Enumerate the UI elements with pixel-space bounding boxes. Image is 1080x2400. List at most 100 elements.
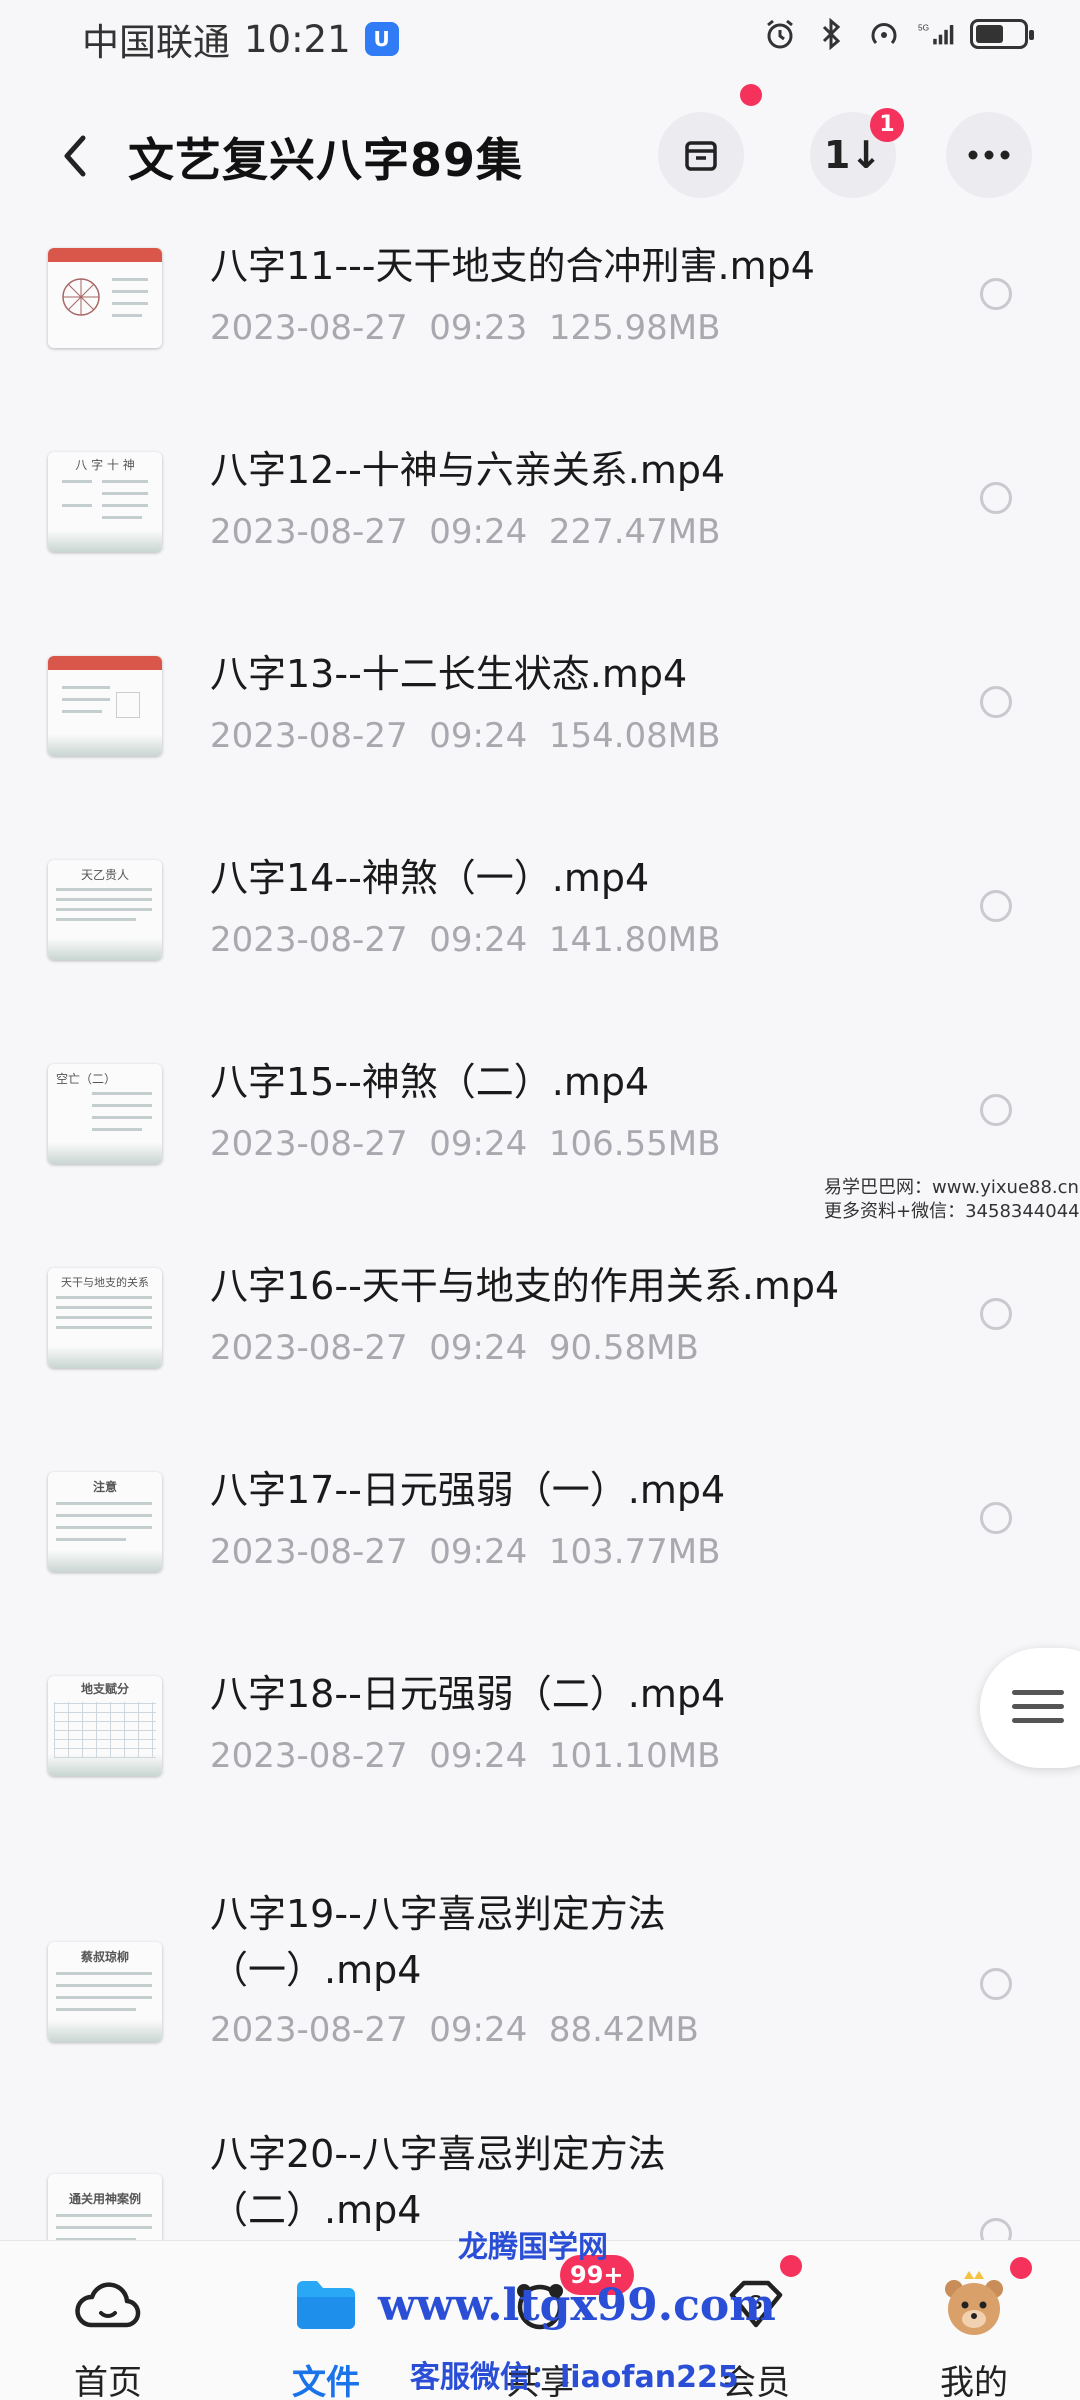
- list-item[interactable]: 八字13--十二长生状态.mp4 2023-08-27 09:24 154.08…: [0, 638, 1080, 842]
- thumb-line: [62, 698, 110, 701]
- list-item[interactable]: 地支赋分 八字18--日元强弱（二）.mp4 2023-08-27 09:24 …: [0, 1658, 1080, 1896]
- nav-label: 首页: [74, 2363, 142, 2400]
- thumb-line: [92, 1104, 152, 1107]
- thumb-line: [56, 2008, 136, 2011]
- thumb-line: [62, 504, 92, 507]
- archive-button[interactable]: [658, 84, 762, 198]
- more-button[interactable]: [946, 112, 1032, 198]
- file-size: 101.10MB: [548, 1736, 721, 1776]
- chevron-left-icon: [64, 135, 86, 177]
- file-name: 八字15--神煞（二）.mp4: [210, 1060, 650, 1104]
- watermark-line: 易学巴巴网：www.yixue88.cn: [824, 1177, 1079, 1198]
- thumb-line: [56, 918, 136, 921]
- menu-icon-line: [1012, 1704, 1064, 1709]
- thumb-wave: [48, 2020, 162, 2042]
- nav-home[interactable]: 首页: [38, 2265, 178, 2400]
- network-type: 5G: [918, 23, 929, 33]
- thumb-line: [112, 314, 142, 317]
- select-radio[interactable]: [980, 1502, 1012, 1534]
- clock: 10:21: [244, 17, 351, 61]
- status-bar: 中国联通 10:21 U 5G: [0, 0, 1080, 72]
- nav-files[interactable]: 文件: [256, 2265, 396, 2400]
- archive-icon: [685, 141, 717, 171]
- thumb-line: [56, 1326, 152, 1329]
- thumb-wave: [48, 1754, 162, 1776]
- folder-icon: [286, 2265, 366, 2345]
- file-time: 09:24: [429, 1736, 528, 1776]
- thumb-line: [56, 1972, 152, 1975]
- list-item[interactable]: 天干与地支的关系 八字16--天干与地支的作用关系.mp4 2023-08-27…: [0, 1250, 1080, 1454]
- app-header: 文艺复兴八字89集 1↓ 1: [0, 84, 1080, 216]
- thumb-title: 八 字 十 神: [75, 458, 135, 472]
- sort-button[interactable]: 1↓ 1: [810, 108, 904, 198]
- video-thumbnail: [48, 248, 162, 348]
- nav-me[interactable]: 我的: [904, 2257, 1044, 2400]
- nav-label: 文件: [292, 2363, 360, 2400]
- thumb-line: [62, 480, 92, 483]
- thumb-line: [56, 888, 152, 891]
- list-item[interactable]: 天乙贵人 八字14--神煞（一）.mp4 2023-08-27 09:24 14…: [0, 842, 1080, 1046]
- video-thumbnail: 八 字 十 神: [48, 452, 162, 552]
- status-left: 中国联通 10:21 U: [82, 12, 399, 66]
- thumb-line: [112, 290, 148, 293]
- file-size: 88.42MB: [548, 2010, 699, 2050]
- thumb-line: [56, 898, 152, 901]
- alarm-icon: [762, 16, 798, 52]
- file-meta: 2023-08-27 09:24 227.47MB: [210, 512, 720, 552]
- signal-icon: 5G: [918, 16, 954, 52]
- thumb-wave: [48, 1346, 162, 1368]
- watermark-title: 龙腾国学网: [458, 2230, 608, 2265]
- select-radio[interactable]: [980, 482, 1012, 514]
- more-icon: [968, 150, 1010, 160]
- thumb-wave: [48, 1550, 162, 1572]
- menu-icon: [1012, 1690, 1064, 1695]
- file-name: 八字18--日元强弱（二）.mp4: [210, 1672, 726, 1716]
- notification-dot: [1010, 2257, 1032, 2279]
- thumb-wave: [48, 938, 162, 960]
- select-radio[interactable]: [980, 890, 1012, 922]
- thumb-table: [54, 1702, 156, 1758]
- thumb-line: [102, 516, 142, 519]
- shield-icon: U: [364, 22, 399, 56]
- file-size: 106.55MB: [548, 1124, 721, 1164]
- thumb-line: [56, 1538, 126, 1541]
- sort-count-badge: 1: [870, 108, 904, 142]
- back-button[interactable]: [50, 124, 98, 188]
- file-date: 2023-08-27: [210, 1736, 408, 1776]
- select-radio[interactable]: [980, 278, 1012, 310]
- list-item[interactable]: 蔡叔琼柳 八字19--八字喜忌判定方法（一）.mp4 2023-08-27 09…: [0, 1892, 1080, 2136]
- thumb-line: [56, 1526, 152, 1529]
- file-name: 八字19--八字喜忌判定方法（一）.mp4: [210, 1892, 666, 1992]
- carrier-label: 中国联通: [82, 21, 230, 64]
- file-name: 八字14--神煞（一）.mp4: [210, 856, 650, 900]
- file-size: 154.08MB: [548, 716, 721, 756]
- list-item[interactable]: 八字11---天干地支的合冲刑害.mp4 2023-08-27 09:23 12…: [0, 230, 1080, 434]
- thumb-header: [48, 656, 162, 670]
- thumb-title: 空亡（二）: [56, 1072, 117, 1086]
- thumb-line: [56, 1984, 152, 1987]
- notification-dot: [740, 84, 762, 106]
- thumb-header: [48, 248, 162, 262]
- file-size: 227.47MB: [548, 512, 721, 552]
- thumb-line: [56, 2214, 152, 2217]
- select-radio[interactable]: [980, 686, 1012, 718]
- sort-label: 1↓: [823, 133, 883, 177]
- thumb-line: [92, 1116, 152, 1119]
- thumb-line: [92, 1092, 152, 1095]
- list-item[interactable]: 八 字 十 神 八字12--十神与六亲关系.mp4 2023-08-27 09:…: [0, 434, 1080, 638]
- page-title: 文艺复兴八字89集: [128, 133, 524, 187]
- select-radio[interactable]: [980, 1968, 1012, 2000]
- list-item[interactable]: 注意 八字17--日元强弱（一）.mp4 2023-08-27 09:24 10…: [0, 1454, 1080, 1658]
- thumb-line: [102, 480, 148, 483]
- video-thumbnail: 注意: [48, 1472, 162, 1572]
- thumb-title: 天干与地支的关系: [61, 1276, 149, 1289]
- select-radio[interactable]: [980, 1094, 1012, 1126]
- watermark-line: 更多资料+微信：3458344044: [824, 1201, 1080, 1222]
- select-radio[interactable]: [980, 1298, 1012, 1330]
- menu-icon-line: [1012, 1718, 1064, 1723]
- file-date: 2023-08-27: [210, 920, 408, 960]
- file-size: 141.80MB: [548, 920, 721, 960]
- file-time: 09:24: [429, 1328, 528, 1368]
- thumb-line: [56, 908, 152, 911]
- file-meta: 2023-08-27 09:24 88.42MB: [210, 2010, 699, 2050]
